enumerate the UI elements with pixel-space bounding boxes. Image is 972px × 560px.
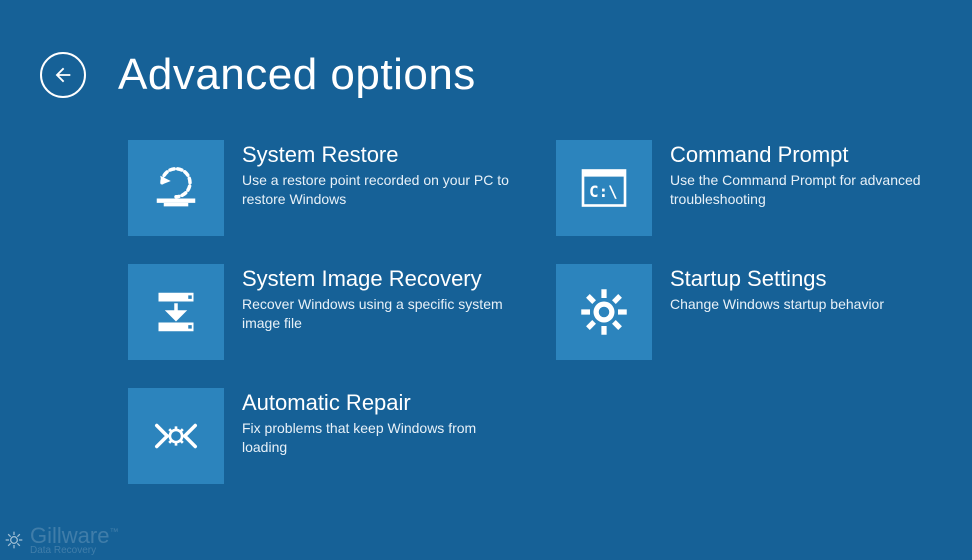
option-automatic-repair[interactable]: Automatic Repair Fix problems that keep … [128, 388, 528, 484]
options-grid: System Restore Use a restore point recor… [0, 100, 972, 484]
option-desc: Change Windows startup behavior [670, 295, 884, 314]
page-title: Advanced options [118, 50, 476, 100]
option-tile [556, 264, 652, 360]
option-text: Automatic Repair Fix problems that keep … [242, 388, 512, 457]
option-text: System Restore Use a restore point recor… [242, 140, 512, 209]
option-desc: Use the Command Prompt for advanced trou… [670, 171, 940, 209]
option-startup-settings[interactable]: Startup Settings Change Windows startup … [556, 264, 956, 360]
option-desc: Fix problems that keep Windows from load… [242, 419, 512, 457]
option-tile [128, 140, 224, 236]
watermark-gear-icon [4, 530, 24, 550]
option-desc: Use a restore point recorded on your PC … [242, 171, 512, 209]
option-system-image-recovery[interactable]: System Image Recovery Recover Windows us… [128, 264, 528, 360]
image-recovery-icon [148, 284, 204, 340]
arrow-left-icon [52, 64, 74, 86]
option-title: System Restore [242, 142, 512, 167]
option-title: Command Prompt [670, 142, 940, 167]
option-system-restore[interactable]: System Restore Use a restore point recor… [128, 140, 528, 236]
option-tile: C:\ [556, 140, 652, 236]
option-tile [128, 388, 224, 484]
restore-icon [148, 160, 204, 216]
option-title: Automatic Repair [242, 390, 512, 415]
option-title: System Image Recovery [242, 266, 512, 291]
page-header: Advanced options [0, 0, 972, 100]
gear-icon [576, 284, 632, 340]
command-prompt-icon: C:\ [576, 160, 632, 216]
option-text: Command Prompt Use the Command Prompt fo… [670, 140, 940, 209]
option-tile [128, 264, 224, 360]
option-text: Startup Settings Change Windows startup … [670, 264, 884, 314]
repair-icon [148, 408, 204, 464]
option-text: System Image Recovery Recover Windows us… [242, 264, 512, 333]
back-button[interactable] [40, 52, 86, 98]
option-command-prompt[interactable]: C:\ Command Prompt Use the Command Promp… [556, 140, 956, 236]
watermark: Gillware™ Data Recovery [4, 523, 118, 556]
svg-text:C:\: C:\ [589, 182, 617, 201]
option-desc: Recover Windows using a specific system … [242, 295, 512, 333]
option-title: Startup Settings [670, 266, 884, 291]
